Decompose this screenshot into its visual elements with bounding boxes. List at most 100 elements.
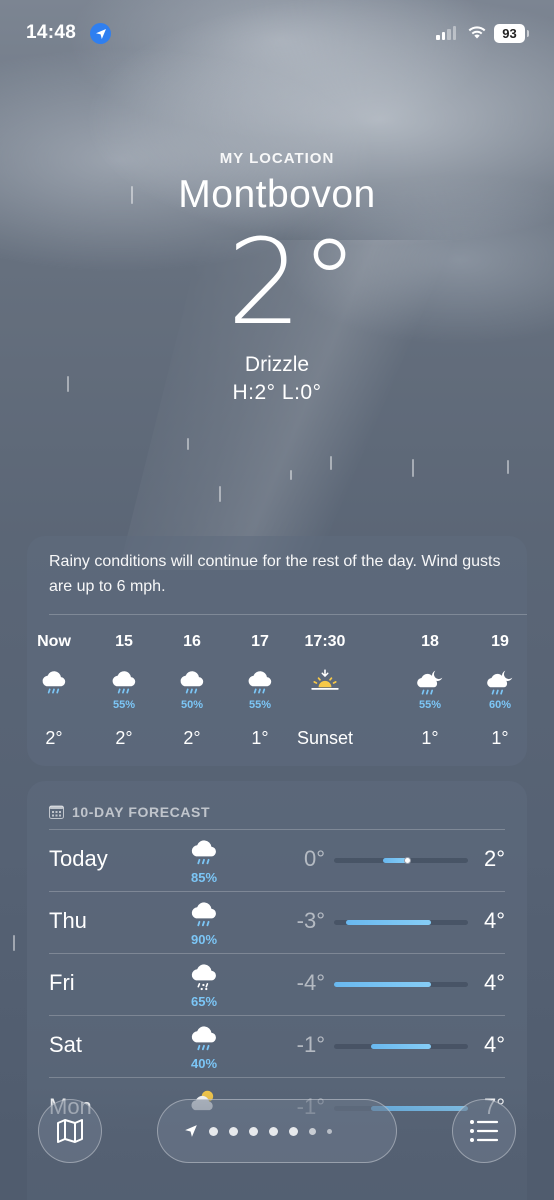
day-row: Fri 65% -4° 4° — [27, 953, 527, 1015]
hour-icon-wrap — [285, 668, 365, 720]
ten-day-header: 10-DAY FORECAST — [27, 781, 527, 827]
temp-range-bar — [334, 1044, 468, 1049]
day-row: Today 85% 0° 2° — [27, 829, 527, 891]
rain-cloud-icon — [191, 840, 216, 865]
temp-range-bar — [334, 920, 468, 925]
hour-time: 19 — [491, 633, 509, 650]
rain-drop — [187, 438, 189, 450]
battery-icon: 93 — [494, 24, 529, 43]
map-icon — [57, 1119, 83, 1143]
temp-range-fill — [370, 1044, 432, 1049]
divider — [49, 614, 527, 615]
status-time: 14:48 — [26, 22, 77, 43]
high-low: H:2° L:0° — [232, 381, 322, 404]
location-arrow-icon — [185, 1125, 197, 1137]
hour-precip: 55% — [112, 699, 136, 711]
list-icon — [470, 1120, 499, 1142]
day-precip: 90% — [190, 932, 218, 947]
moon-rain-cloud-icon — [417, 670, 443, 695]
day-icon-wrap: 65% — [179, 961, 229, 1009]
rain-cloud-icon — [191, 902, 216, 927]
temp-range-bar — [334, 857, 468, 864]
rain-drop — [412, 459, 414, 477]
day-low: 0° — [303, 846, 325, 871]
hour-time: 18 — [421, 633, 439, 650]
temp-range-fill — [346, 920, 432, 925]
sleet-cloud-icon — [191, 964, 216, 991]
rain-drop — [290, 470, 292, 480]
hour-icon-wrap: 60% — [460, 668, 527, 720]
hourly-forecast-card[interactable]: Rainy conditions will continue for the r… — [27, 536, 527, 766]
hour-temp: Sunset — [296, 728, 354, 748]
page-dot[interactable] — [269, 1126, 278, 1136]
day-precip: 40% — [190, 1056, 218, 1071]
moon-rain-cloud-icon — [487, 670, 513, 695]
hour-precip: 55% — [418, 699, 442, 711]
locations-list-button[interactable] — [452, 1099, 516, 1163]
rain-drop — [507, 460, 509, 474]
divider — [49, 829, 505, 830]
day-icon-wrap: 90% — [179, 899, 229, 947]
hour-item: 17:30 Sunset — [285, 630, 365, 748]
temp-range-bar — [334, 982, 468, 987]
location-pager[interactable] — [157, 1099, 397, 1163]
hourly-scroller[interactable]: Now 2° 15 55% 2° 16 50% 2° 17 55% 1° 17:30 Sunset 18 5… — [27, 630, 527, 760]
map-button[interactable] — [38, 1099, 102, 1163]
day-low: -1° — [296, 1032, 325, 1057]
location-label: MY LOCATION — [219, 150, 335, 167]
page-dot[interactable] — [249, 1126, 258, 1136]
hour-temp: 1° — [421, 728, 439, 748]
page-dot[interactable] — [327, 1128, 332, 1134]
page-dot[interactable] — [229, 1126, 238, 1136]
current-condition: Drizzle — [244, 353, 310, 376]
hour-icon-wrap: 55% — [390, 668, 470, 720]
day-low: -3° — [296, 908, 325, 933]
rain-cloud-icon — [248, 671, 272, 694]
day-low: -4° — [296, 970, 325, 995]
forecast-summary: Rainy conditions will continue for the r… — [49, 553, 501, 595]
status-bar: 14:48 93 — [0, 20, 554, 48]
day-high: 2° — [483, 846, 505, 871]
hour-precip: 50% — [180, 699, 204, 711]
rain-cloud-icon — [112, 671, 136, 694]
day-name: Fri — [49, 970, 75, 995]
location-arrow-icon — [90, 23, 111, 44]
rain-drop — [13, 935, 15, 951]
day-name: Today — [49, 846, 108, 871]
current-temp-dot — [403, 857, 411, 864]
day-icon-wrap: 40% — [179, 1023, 229, 1071]
wifi-icon — [467, 24, 487, 45]
hour-item: 18 55% 1° — [390, 630, 470, 748]
current-weather: MY LOCATION Montbovon 2° Drizzle H:2° L:… — [0, 150, 554, 405]
day-row: Sat 40% -1° 4° — [27, 1015, 527, 1077]
page-dot[interactable] — [309, 1127, 316, 1135]
hour-temp: 1° — [491, 728, 509, 748]
rain-drop — [219, 486, 221, 502]
rain-cloud-icon — [191, 1026, 216, 1051]
day-high: 4° — [483, 1032, 505, 1057]
city-name: Montbovon — [178, 173, 376, 216]
hour-time: 17:30 — [304, 633, 346, 650]
rain-cloud-icon — [180, 671, 204, 694]
rain-cloud-icon — [42, 671, 66, 694]
current-temperature: 2° — [226, 213, 359, 351]
divider — [49, 1077, 505, 1078]
page-dot[interactable] — [289, 1126, 298, 1136]
day-name: Thu — [49, 908, 87, 933]
divider — [49, 891, 505, 892]
divider — [49, 1015, 505, 1016]
day-high: 4° — [483, 970, 505, 995]
calendar-icon — [49, 805, 64, 819]
hour-precip: 60% — [488, 699, 512, 711]
cellular-signal-icon — [436, 26, 456, 40]
sunset-icon — [311, 669, 339, 690]
day-row: Thu 90% -3° 4° — [27, 891, 527, 953]
day-icon-wrap: 85% — [179, 837, 229, 885]
hour-item: 19 60% 1° — [460, 630, 527, 748]
day-high: 4° — [483, 908, 505, 933]
divider — [49, 953, 505, 954]
rain-drop — [330, 456, 332, 470]
hour-precip: 55% — [248, 699, 272, 711]
page-dot[interactable] — [209, 1126, 218, 1136]
day-name: Sat — [49, 1032, 83, 1057]
